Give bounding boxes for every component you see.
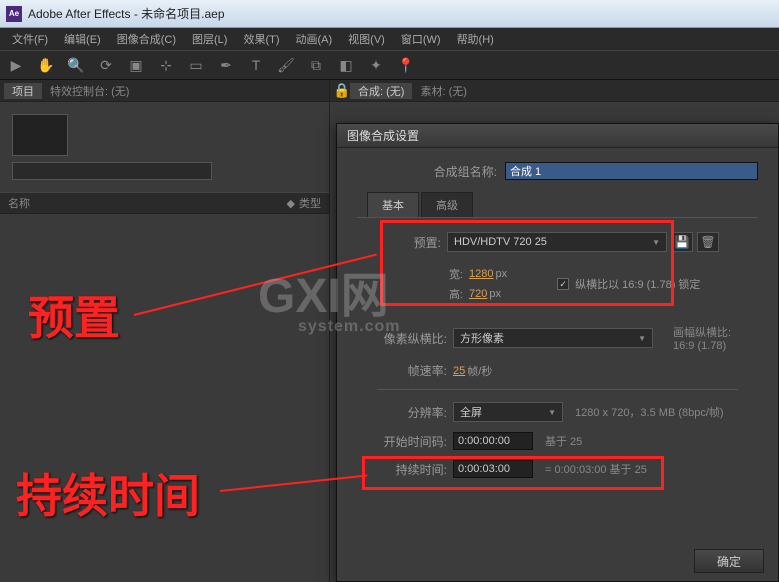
lock-icon[interactable]: 🔒 [334, 81, 350, 101]
comp-name-label: 合成组名称: [427, 163, 497, 180]
lock-aspect-checkbox[interactable]: ✓ [557, 278, 569, 290]
anchor-tool-icon[interactable]: ⊹ [156, 55, 176, 75]
resolution-dropdown[interactable]: 全屏 ▼ [453, 402, 563, 422]
start-timecode-label: 开始时间码: [377, 433, 447, 450]
duration-input[interactable]: 0:00:03:00 [453, 460, 533, 478]
par-value: 方形像素 [460, 330, 504, 346]
dialog-title: 图像合成设置 [337, 124, 778, 148]
app-icon: Ae [6, 6, 22, 22]
tab-advanced[interactable]: 高级 [421, 192, 473, 217]
frame-aspect-label: 画幅纵横比: [673, 324, 731, 340]
menu-file[interactable]: 文件(F) [4, 31, 56, 47]
text-tool-icon[interactable]: T [246, 55, 266, 75]
resolution-info: 1280 x 720，3.5 MB (8bpc/帧) [575, 404, 724, 420]
start-timecode-input[interactable]: 0:00:00:00 [453, 432, 533, 450]
height-unit: px [489, 288, 501, 300]
tab-project[interactable]: 项目 [4, 83, 42, 99]
preset-save-button[interactable]: 💾 [671, 232, 693, 252]
pen-tool-icon[interactable]: ✒ [216, 55, 236, 75]
width-value[interactable]: 1280 [469, 268, 493, 280]
comp-name-input[interactable]: 合成 1 [505, 162, 758, 180]
ok-button[interactable]: 确定 [694, 549, 764, 573]
project-search-input[interactable] [12, 162, 212, 180]
duration-label: 持续时间: [377, 461, 447, 478]
preset-dropdown[interactable]: HDV/HDTV 720 25 ▼ [447, 232, 667, 252]
zoom-tool-icon[interactable]: 🔍 [66, 55, 86, 75]
height-value[interactable]: 720 [469, 288, 487, 300]
tab-footage[interactable]: 素材: (无) [412, 83, 474, 99]
col-name[interactable]: 名称 [8, 195, 30, 211]
project-thumbnail [12, 114, 68, 156]
tab-basic[interactable]: 基本 [367, 192, 419, 217]
camera-tool-icon[interactable]: ▣ [126, 55, 146, 75]
tab-composition[interactable]: 合成: (无) [350, 83, 412, 99]
par-dropdown[interactable]: 方形像素 ▼ [453, 328, 653, 348]
lock-aspect-label: 纵横比以 16:9 (1.78) 锁定 [575, 276, 700, 292]
annotation-label-preset: 预置 [28, 282, 120, 348]
toolbar: ▶ ✋ 🔍 ⟳ ▣ ⊹ ▭ ✒ T 🖌 ⧉ ◧ ✦ 📍 [0, 50, 779, 80]
frame-aspect-value: 16:9 (1.78) [673, 340, 731, 352]
chevron-down-icon: ▼ [652, 238, 660, 247]
menu-animation[interactable]: 动画(A) [288, 31, 341, 47]
width-label: 宽: [417, 266, 463, 282]
tab-effect-controls[interactable]: 特效控制台: (无) [42, 83, 137, 99]
annotation-label-duration: 持续时间 [16, 460, 200, 526]
menu-bar: 文件(F) 编辑(E) 图像合成(C) 图层(L) 效果(T) 动画(A) 视图… [0, 28, 779, 50]
composition-settings-dialog: 图像合成设置 合成组名称: 合成 1 基本 高级 预置: HDV/HDTV 72… [336, 123, 779, 582]
fps-value[interactable]: 25 [453, 365, 465, 377]
label-icon[interactable]: ◆ [287, 197, 295, 210]
preset-label: 预置: [401, 234, 441, 251]
chevron-down-icon: ▼ [638, 334, 646, 343]
preset-value: HDV/HDTV 720 25 [454, 236, 547, 248]
height-label: 高: [417, 286, 463, 302]
stamp-tool-icon[interactable]: ⧉ [306, 55, 326, 75]
menu-view[interactable]: 视图(V) [340, 31, 393, 47]
fps-unit: 帧/秒 [467, 363, 492, 379]
par-label: 像素纵横比: [377, 330, 447, 347]
roto-tool-icon[interactable]: ✦ [366, 55, 386, 75]
menu-window[interactable]: 窗口(W) [393, 31, 449, 47]
rotate-tool-icon[interactable]: ⟳ [96, 55, 116, 75]
menu-edit[interactable]: 编辑(E) [56, 31, 109, 47]
window-titlebar: Ae Adobe After Effects - 未命名项目.aep [0, 0, 779, 28]
width-unit: px [495, 268, 507, 280]
preset-delete-button[interactable]: 🗑 [697, 232, 719, 252]
fps-label: 帧速率: [377, 362, 447, 379]
menu-effect[interactable]: 效果(T) [235, 31, 287, 47]
hand-tool-icon[interactable]: ✋ [36, 55, 56, 75]
duration-info: = 0:00:03:00 基于 25 [545, 461, 647, 477]
window-title: Adobe After Effects - 未命名项目.aep [28, 5, 225, 22]
brush-tool-icon[interactable]: 🖌 [276, 55, 296, 75]
menu-help[interactable]: 帮助(H) [449, 31, 502, 47]
selection-tool-icon[interactable]: ▶ [6, 55, 26, 75]
pin-tool-icon[interactable]: 📍 [396, 55, 416, 75]
eraser-tool-icon[interactable]: ◧ [336, 55, 356, 75]
menu-layer[interactable]: 图层(L) [184, 31, 235, 47]
resolution-label: 分辨率: [377, 404, 447, 421]
menu-composition[interactable]: 图像合成(C) [109, 31, 184, 47]
rect-tool-icon[interactable]: ▭ [186, 55, 206, 75]
chevron-down-icon: ▼ [548, 408, 556, 417]
col-type[interactable]: 类型 [299, 195, 321, 211]
resolution-value: 全屏 [460, 404, 482, 420]
start-timecode-info: 基于 25 [545, 433, 582, 449]
